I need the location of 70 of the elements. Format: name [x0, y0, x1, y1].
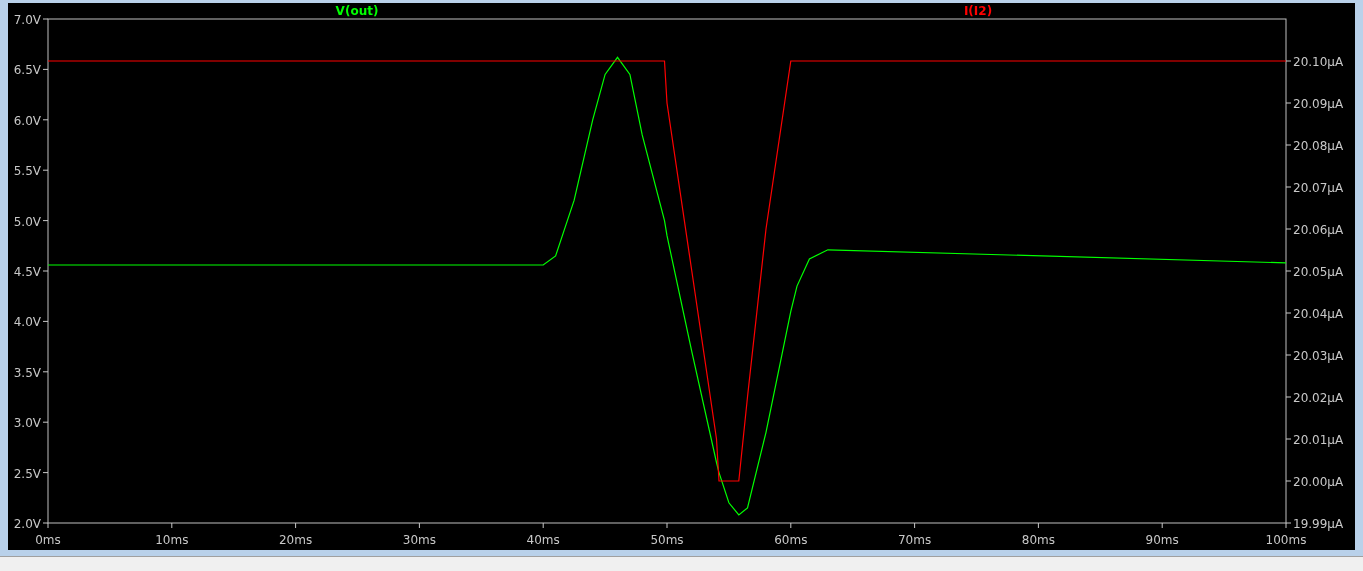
trace-name: I(I2) [963, 4, 993, 18]
x-tick [542, 522, 544, 529]
x-tick-label: 40ms [526, 533, 560, 547]
y-tick [42, 421, 49, 423]
y2-tick [1285, 102, 1292, 104]
y2-tick [1285, 60, 1292, 62]
y-tick-label: 6.5V [13, 63, 41, 78]
x-tick [418, 522, 420, 529]
y2-tick [1285, 522, 1292, 524]
y2-tick [1285, 396, 1292, 398]
x-tick-label: 10ms [155, 533, 189, 547]
y2-tick [1285, 144, 1292, 146]
y2-tick-label: 20.05µA [1293, 265, 1344, 279]
y-tick-label: 7.0V [13, 13, 41, 27]
y-tick-label: 5.0V [13, 214, 41, 229]
y2-tick-label: 20.08µA [1293, 139, 1344, 153]
y-tick [42, 18, 49, 20]
y2-tick-label: 20.02µA [1293, 391, 1344, 405]
y2-tick-label: 20.01µA [1293, 433, 1344, 447]
trace-name: V(out) [335, 4, 379, 18]
x-tick [47, 522, 49, 529]
x-tick-label: 0ms [35, 533, 61, 547]
y-tick-label: 2.0V [13, 517, 41, 531]
y-tick-label: 2.5V [13, 466, 41, 481]
x-tick-label: 30ms [402, 533, 436, 547]
y-tick-label: 5.5V [13, 164, 41, 179]
y2-tick-label: 19.99µA [1293, 517, 1344, 531]
y-tick-label: 3.5V [13, 365, 41, 380]
x-tick [1161, 522, 1163, 529]
x-tick [171, 522, 173, 529]
y2-tick-label: 20.07µA [1293, 181, 1344, 195]
y2-tick [1285, 186, 1292, 188]
y-tick-label: 4.0V [13, 315, 41, 330]
y-tick [42, 270, 49, 272]
x-tick [295, 522, 297, 529]
y2-tick [1285, 438, 1292, 440]
y-tick [42, 472, 49, 474]
y2-tick [1285, 354, 1292, 356]
y-tick [42, 68, 49, 70]
x-tick [914, 522, 916, 529]
x-tick [790, 522, 792, 529]
x-tick [1285, 522, 1287, 529]
x-tick [1037, 522, 1039, 529]
x-tick-label: 90ms [1145, 533, 1179, 547]
x-tick-label: 100ms [1265, 533, 1307, 547]
y-tick [42, 169, 49, 171]
y-tick [42, 522, 49, 524]
y2-tick-label: 20.09µA [1293, 97, 1344, 111]
x-tick-label: 60ms [774, 533, 808, 547]
y-tick [42, 371, 49, 373]
y2-tick [1285, 228, 1292, 230]
y2-tick [1285, 480, 1292, 482]
y-tick-label: 6.0V [13, 113, 41, 128]
y2-tick-label: 20.03µA [1293, 349, 1344, 363]
y2-tick-label: 20.04µA [1293, 307, 1344, 321]
x-tick-label: 70ms [898, 533, 932, 547]
y-tick-label: 4.5V [13, 265, 41, 279]
y2-tick-label: 20.06µA [1293, 223, 1344, 237]
y2-tick [1285, 312, 1292, 314]
x-tick [666, 522, 668, 529]
y2-tick-label: 20.00µA [1293, 475, 1344, 489]
y2-tick-label: 20.10µA [1293, 55, 1344, 69]
x-tick-label: 20ms [279, 533, 313, 547]
y-tick [42, 220, 49, 222]
y2-tick [1285, 270, 1292, 272]
y-tick [42, 119, 49, 121]
y-tick [42, 320, 49, 322]
y-tick-label: 3.0V [13, 416, 41, 431]
x-tick-label: 80ms [1021, 533, 1055, 547]
x-tick-label: 50ms [650, 533, 684, 547]
